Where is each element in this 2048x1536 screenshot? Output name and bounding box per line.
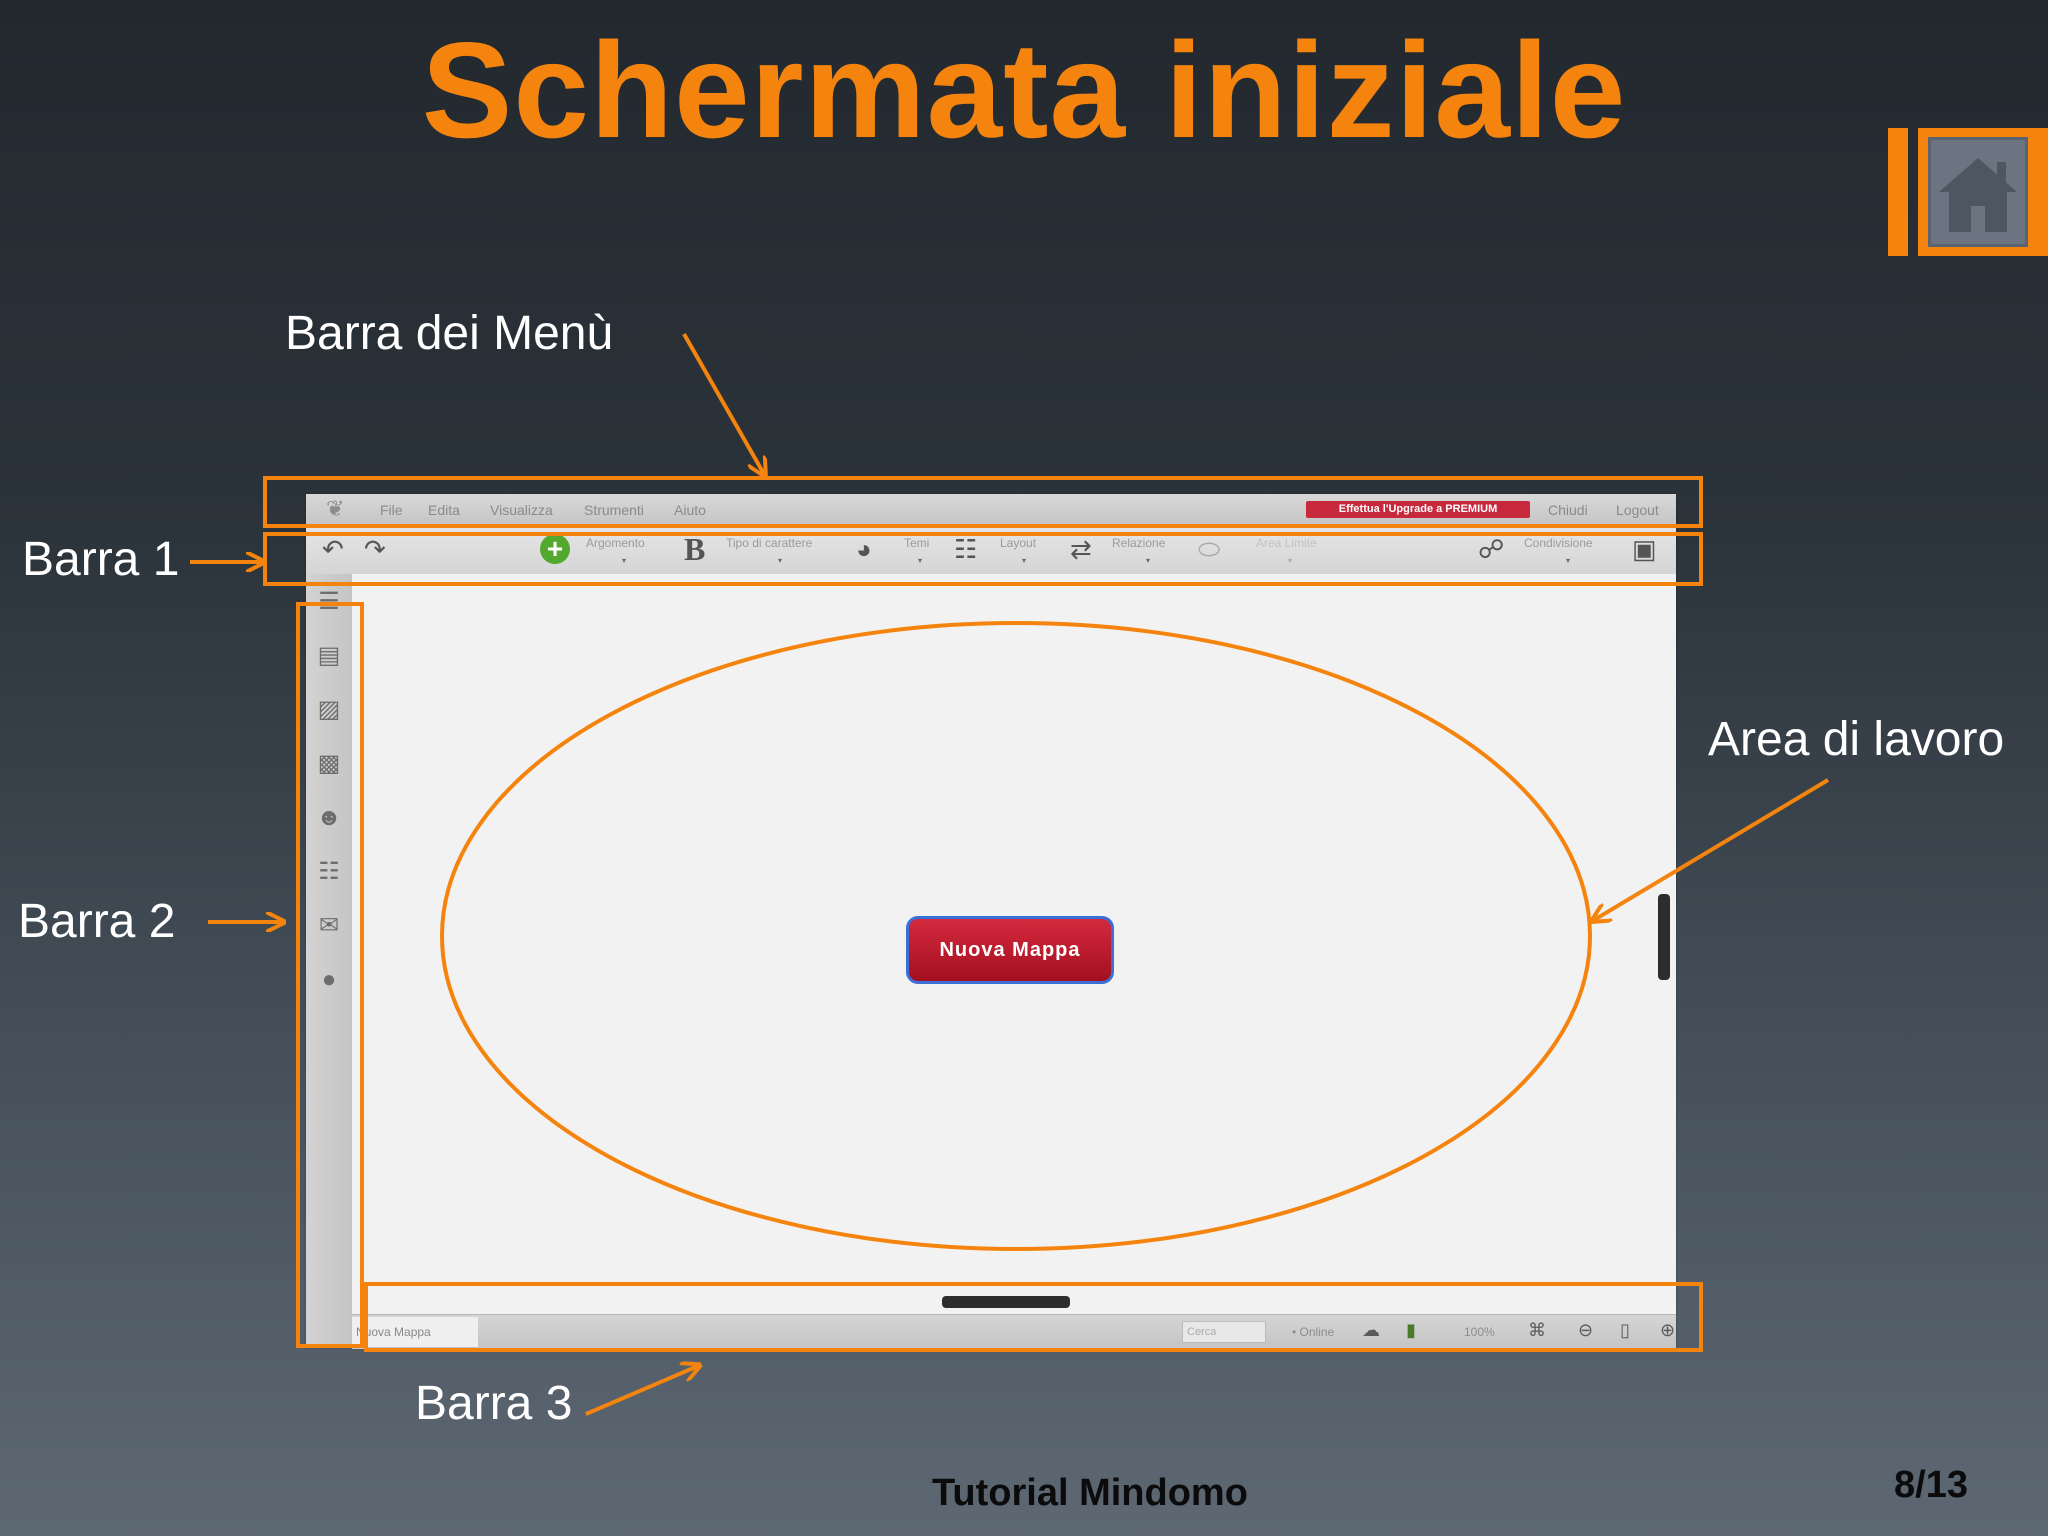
- arrow-bar-3: [585, 1366, 698, 1416]
- menu-item-view[interactable]: Visualizza: [490, 502, 553, 518]
- map-tab[interactable]: Nuova Mappa: [352, 1317, 478, 1347]
- boundary-label[interactable]: Area Limite: [1256, 536, 1317, 550]
- fit-screen-icon[interactable]: ⌘: [1528, 1320, 1546, 1341]
- chat-icon[interactable]: ☁: [1362, 1320, 1380, 1341]
- search-input[interactable]: Cerca: [1182, 1321, 1266, 1343]
- add-topic-icon[interactable]: +: [540, 534, 570, 564]
- layout-label[interactable]: Layout: [1000, 536, 1036, 550]
- footer-title: Tutorial Mindomo: [932, 1472, 1248, 1514]
- bold-icon[interactable]: B: [684, 533, 705, 565]
- home-icon: [1939, 158, 2017, 232]
- share-icon[interactable]: ☍: [1478, 534, 1504, 564]
- toolbar: ↶ ↷ + Argomento ▾ B Tipo di carattere ▾ …: [306, 524, 1676, 575]
- zoom-in-icon[interactable]: ⊕: [1660, 1320, 1675, 1341]
- comments-icon[interactable]: ✉: [315, 912, 343, 940]
- boundary-dropdown-icon[interactable]: ▾: [1288, 556, 1292, 565]
- battery-icon: ▮: [1406, 1320, 1416, 1340]
- themes-dropdown-icon[interactable]: ▾: [918, 556, 922, 565]
- palette-icon[interactable]: ◕: [856, 534, 872, 564]
- slide-title: Schermata iniziale: [421, 14, 1627, 166]
- upgrade-premium-button[interactable]: Effettua l'Upgrade a PREMIUM: [1306, 501, 1530, 518]
- annotation-menu-bar: Barra dei Menù: [285, 307, 614, 360]
- menu-item-help[interactable]: Aiuto: [674, 502, 706, 518]
- annotation-work-area: Area di lavoro: [1708, 713, 2005, 766]
- central-topic-node[interactable]: Nuova Mappa: [906, 916, 1114, 984]
- menu-item-tools[interactable]: Strumenti: [584, 502, 644, 518]
- menu-bar: ❦ File Edita Visualizza Strumenti Aiuto …: [306, 494, 1676, 524]
- sidebar: ☰ ▤ ▨ ▩ ☻ ☷ ✉ ●: [306, 574, 352, 1348]
- close-link[interactable]: Chiudi: [1548, 502, 1588, 518]
- layout-icon[interactable]: ☷: [954, 534, 977, 564]
- annotation-bar-3: Barra 3: [415, 1377, 573, 1430]
- idea-icon[interactable]: ●: [315, 966, 343, 994]
- relation-dropdown-icon[interactable]: ▾: [1146, 556, 1150, 565]
- topic-dropdown-icon[interactable]: ▾: [622, 556, 626, 565]
- layout-dropdown-icon[interactable]: ▾: [1022, 556, 1026, 565]
- page-number: 8/13: [1894, 1464, 1968, 1506]
- status-bar: Nuova Mappa Cerca • Online ☁ ▮ 100% ⌘ ⊖ …: [352, 1314, 1676, 1349]
- notes-icon[interactable]: ☰: [315, 588, 343, 616]
- font-label[interactable]: Tipo di carattere: [726, 536, 812, 550]
- boundary-icon[interactable]: ⬭: [1198, 534, 1220, 564]
- themes-label[interactable]: Temi: [904, 536, 929, 550]
- vertical-scrollbar[interactable]: [1658, 894, 1670, 980]
- relation-icon[interactable]: ⇄: [1070, 534, 1092, 564]
- menu-item-file[interactable]: File: [380, 502, 403, 518]
- annotation-bar-2: Barra 2: [18, 895, 176, 948]
- redo-icon[interactable]: ↷: [364, 534, 386, 564]
- share-label[interactable]: Condivisione: [1524, 536, 1593, 550]
- image-icon[interactable]: ▨: [315, 696, 343, 724]
- attachment-icon[interactable]: ▩: [315, 750, 343, 778]
- app-screenshot: ❦ File Edita Visualizza Strumenti Aiuto …: [306, 494, 1676, 1349]
- relation-label[interactable]: Relazione: [1112, 536, 1165, 550]
- home-button[interactable]: [1888, 128, 2048, 256]
- zoom-slider-icon[interactable]: ▯: [1620, 1320, 1630, 1341]
- video-icon[interactable]: ▤: [315, 642, 343, 670]
- online-status: • Online: [1292, 1325, 1335, 1339]
- mindomo-logo-icon: ❦: [326, 496, 345, 521]
- presentation-icon[interactable]: ▣: [1632, 534, 1657, 564]
- font-dropdown-icon[interactable]: ▾: [778, 556, 782, 565]
- arrow-menu-bar: [682, 333, 764, 474]
- undo-icon[interactable]: ↶: [322, 534, 344, 564]
- share-dropdown-icon[interactable]: ▾: [1566, 556, 1570, 565]
- topic-label[interactable]: Argomento: [586, 536, 645, 550]
- emoticon-icon[interactable]: ☻: [315, 804, 343, 832]
- task-icon[interactable]: ☷: [315, 858, 343, 886]
- horizontal-scrollbar[interactable]: [942, 1296, 1070, 1308]
- annotation-bar-1: Barra 1: [22, 533, 180, 586]
- logout-link[interactable]: Logout: [1616, 502, 1659, 518]
- home-icon-tile: [1928, 137, 2028, 247]
- zoom-out-icon[interactable]: ⊖: [1578, 1320, 1593, 1341]
- menu-item-edit[interactable]: Edita: [428, 502, 460, 518]
- zoom-level: 100%: [1464, 1325, 1495, 1339]
- home-button-bar: [1888, 128, 1908, 256]
